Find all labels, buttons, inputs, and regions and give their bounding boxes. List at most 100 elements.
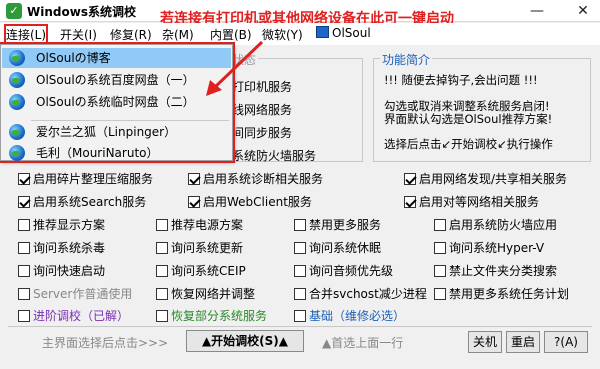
- checkbox-icon: [294, 288, 306, 300]
- menu-switch[interactable]: 开关(I): [60, 26, 97, 43]
- olsoul-icon: [316, 26, 329, 38]
- service-printer[interactable]: 打印机服务: [232, 78, 292, 95]
- checkbox-hyperv[interactable]: 询问系统Hyper-V: [434, 239, 544, 256]
- checkbox-label: 启用网络发现/共享相关服务: [419, 172, 568, 186]
- checkbox-display-scheme[interactable]: 推荐显示方案: [18, 216, 105, 233]
- checkbox-label: 启用系统Search服务: [33, 195, 147, 209]
- checkbox-server-normal[interactable]: Server作普通使用: [18, 285, 132, 302]
- checkbox-label: 禁止文件夹分类搜索: [449, 264, 558, 278]
- intro-line: !!! 随便去掉钩子,会出问题 !!!: [384, 73, 538, 87]
- service-firewall[interactable]: 系统防火墙服务: [232, 147, 316, 164]
- checkbox-icon: [156, 265, 168, 277]
- checkbox-network-discovery[interactable]: 启用网络发现/共享相关服务: [404, 170, 567, 187]
- menu-repair[interactable]: 修复(R): [110, 26, 152, 43]
- checkbox-ceip[interactable]: 询问系统CEIP: [156, 262, 246, 279]
- checkbox-icon: [156, 219, 168, 231]
- checkbox-merge-svchost[interactable]: 合并svchost减少进程: [294, 285, 427, 302]
- dropdown-item-label: 爱尔兰之狐（Linpinger）: [36, 125, 177, 139]
- checkbox-restore-network[interactable]: 恢复网络并调整: [156, 285, 255, 302]
- dropdown-item-mouri[interactable]: 毛利（MouriNaruto）: [2, 143, 231, 163]
- checkbox-label: Server作普通使用: [33, 287, 133, 301]
- intro-line: 界面默认勾选是OlSoul推荐方案!: [384, 112, 553, 126]
- help-button[interactable]: ?(A): [544, 331, 588, 353]
- checkbox-defrag[interactable]: 启用碎片整理压缩服务: [18, 170, 153, 187]
- checkbox-update[interactable]: 询问系统更新: [156, 239, 243, 256]
- checkbox-folder-search[interactable]: 禁止文件夹分类搜索: [434, 262, 557, 279]
- close-button[interactable]: ✕: [566, 0, 600, 22]
- menu-bar: 连接(L) 开关(I) 修复(R) 杂(M) 内置(B) 微软(Y) OlSou…: [0, 23, 600, 45]
- dropdown-item-linpinger[interactable]: 爱尔兰之狐（Linpinger）: [2, 122, 231, 142]
- window-title: Windows系统调校: [27, 5, 136, 19]
- minimize-button[interactable]: —: [520, 0, 554, 22]
- checkbox-audio-priority[interactable]: 询问音频优先级: [294, 262, 393, 279]
- checkbox-label: 启用对等网络相关服务: [419, 195, 540, 209]
- status-group-title: 状态: [230, 51, 259, 68]
- checkbox-advanced-mode[interactable]: 进阶调校（已解）: [18, 307, 129, 324]
- intro-group-title: 功能简介: [380, 51, 433, 68]
- checkbox-icon: [434, 288, 446, 300]
- start-tuning-button[interactable]: ▲开始调校(S)▲: [186, 330, 304, 352]
- shutdown-button[interactable]: 关机: [468, 331, 502, 353]
- checkbox-label: 启用系统防火墙应用: [449, 218, 558, 232]
- hint-prefer-top-row: ▲首选上面一行: [322, 336, 404, 350]
- checkbox-label: 启用WebClient服务: [203, 195, 312, 209]
- checkbox-label: 询问系统更新: [171, 241, 244, 255]
- globe-icon: [9, 124, 25, 140]
- checkbox-label: 恢复部分系统服务: [171, 309, 268, 323]
- checkbox-webclient[interactable]: 启用WebClient服务: [188, 193, 312, 210]
- checkbox-fast-startup[interactable]: 询问快速启动: [18, 262, 105, 279]
- bottom-divider: [8, 326, 592, 327]
- dropdown-item-baidu-disk[interactable]: OlSoulの系统百度网盘（一）: [2, 70, 231, 90]
- checkbox-icon: [404, 173, 416, 185]
- dropdown-item-temp-disk[interactable]: OlSoulの系统临时网盘（二）: [2, 92, 231, 112]
- checkbox-label: 进阶调校（已解）: [33, 309, 130, 323]
- dropdown-item-label: OlSoulの博客: [36, 51, 111, 65]
- checkbox-label: 询问系统Hyper-V: [449, 241, 545, 255]
- checkbox-icon: [18, 265, 30, 277]
- menu-misc[interactable]: 杂(M): [162, 26, 194, 43]
- checkbox-icon: [156, 288, 168, 300]
- menu-builtin[interactable]: 内置(B): [210, 26, 252, 43]
- checkbox-label: 禁用更多系统任务计划: [449, 287, 570, 301]
- checkbox-restore-services[interactable]: 恢复部分系统服务: [156, 307, 267, 324]
- checkbox-label: 推荐显示方案: [33, 218, 106, 232]
- checkbox-p2p[interactable]: 启用对等网络相关服务: [404, 193, 539, 210]
- checkbox-disable-more[interactable]: 禁用更多服务: [294, 216, 381, 233]
- checkbox-icon: [434, 242, 446, 254]
- menu-olsoul[interactable]: OlSoul: [316, 26, 371, 43]
- menu-microsoft[interactable]: 微软(Y): [262, 26, 303, 43]
- checkbox-label: 启用碎片整理压缩服务: [33, 172, 154, 186]
- checkbox-disable-tasks[interactable]: 禁用更多系统任务计划: [434, 285, 569, 302]
- dropdown-separator: [31, 120, 229, 121]
- checkbox-icon: [18, 196, 30, 208]
- checkbox-antivirus[interactable]: 询问系统杀毒: [18, 239, 105, 256]
- checkbox-icon: [434, 219, 446, 231]
- intro-line: 选择后点击↙开始调校↙执行操作: [384, 137, 553, 151]
- hint-select-then-click: 主界面选择后点击>>>: [42, 336, 169, 350]
- restart-button[interactable]: 重启: [506, 331, 540, 353]
- checkbox-search[interactable]: 启用系统Search服务: [18, 193, 146, 210]
- checkbox-firewall-app[interactable]: 启用系统防火墙应用: [434, 216, 557, 233]
- checkbox-icon: [18, 173, 30, 185]
- service-timesync[interactable]: 间同步服务: [232, 124, 292, 141]
- menu-connect[interactable]: 连接(L): [3, 24, 49, 45]
- service-wireless[interactable]: 线网络服务: [232, 101, 292, 118]
- checkbox-label: 询问系统休眠: [309, 241, 382, 255]
- checkbox-icon: [188, 196, 200, 208]
- checkbox-icon: [18, 219, 30, 231]
- dropdown-item-blog[interactable]: OlSoulの博客: [2, 48, 231, 68]
- checkbox-label: 合并svchost减少进程: [309, 287, 427, 301]
- globe-icon: [9, 145, 25, 161]
- checkbox-label: 询问系统杀毒: [33, 241, 106, 255]
- checkbox-diagnostic[interactable]: 启用系统诊断相关服务: [188, 170, 323, 187]
- globe-icon: [9, 50, 25, 66]
- checkbox-power-scheme[interactable]: 推荐电源方案: [156, 216, 243, 233]
- checkbox-label: 询问系统CEIP: [171, 264, 246, 278]
- checkbox-label: 恢复网络并调整: [171, 287, 256, 301]
- menu-olsoul-label: OlSoul: [332, 26, 371, 40]
- checkbox-icon: [294, 219, 306, 231]
- checkbox-icon: [294, 265, 306, 277]
- checkbox-icon: [18, 242, 30, 254]
- checkbox-basic-mode[interactable]: 基础（维修必选）: [294, 307, 405, 324]
- checkbox-hibernate[interactable]: 询问系统休眠: [294, 239, 381, 256]
